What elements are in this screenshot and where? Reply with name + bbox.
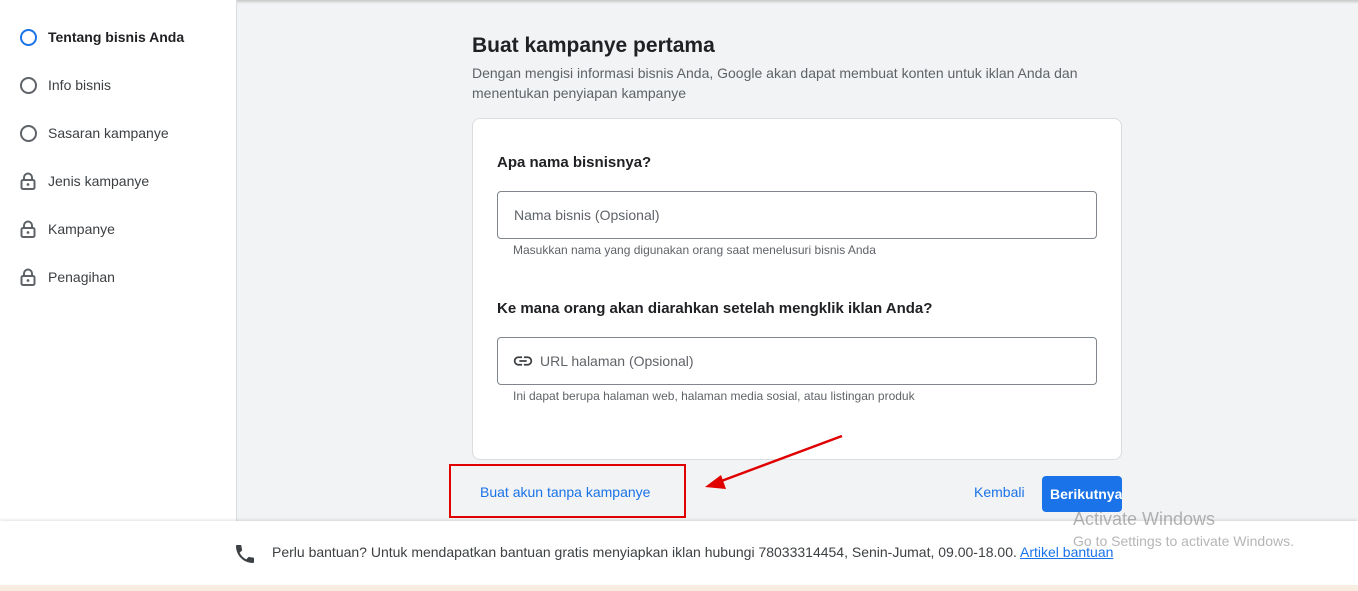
step-jenis-kampanye: Jenis kampanye: [18, 169, 149, 193]
business-name-input[interactable]: [514, 207, 1096, 223]
page-subtitle: Dengan mengisi informasi bisnis Anda, Go…: [472, 65, 1078, 101]
step-label: Kampanye: [48, 221, 115, 237]
circle-outline-icon: [18, 27, 38, 47]
create-account-without-campaign-button[interactable]: Buat akun tanpa kampanye: [480, 484, 650, 500]
circle-outline-icon: [18, 75, 38, 95]
circle-outline-icon: [18, 123, 38, 143]
step-sasaran-kampanye[interactable]: Sasaran kampanye: [18, 121, 169, 145]
bottom-band: [0, 585, 1358, 591]
step-info-bisnis[interactable]: Info bisnis: [18, 73, 111, 97]
business-name-hint: Masukkan nama yang digunakan orang saat …: [513, 243, 876, 257]
step-penagihan: Penagihan: [18, 265, 115, 289]
lock-icon: [18, 171, 38, 191]
url-input[interactable]: [540, 353, 1096, 369]
page-title: Buat kampanye pertama: [472, 34, 715, 57]
step-label: Info bisnis: [48, 77, 112, 93]
business-name-field[interactable]: [497, 191, 1097, 239]
business-name-question: Apa nama bisnisnya?: [497, 154, 652, 171]
step-label: Tentang bisnis Anda: [48, 29, 185, 45]
stepper-sidebar: Tentang bisnis Anda Info bisnis Sasaran …: [0, 0, 237, 521]
step-label: Sasaran kampanye: [48, 125, 169, 141]
help-text: Perlu bantuan? Untuk mendapatkan bantuan…: [272, 544, 1017, 560]
step-label: Penagihan: [48, 269, 115, 285]
annotation-arrow: [705, 434, 843, 489]
next-button[interactable]: Berikutnya: [1042, 476, 1122, 512]
help-article-link[interactable]: Artikel bantuan: [1020, 544, 1113, 560]
business-info-card: Apa nama bisnisnya? Masukkan nama yang d…: [472, 118, 1122, 460]
lock-icon: [18, 267, 38, 287]
link-icon: [512, 350, 534, 372]
phone-icon: [233, 542, 257, 566]
help-text-line: Perlu bantuan? Untuk mendapatkan bantuan…: [272, 544, 1113, 560]
step-label: Jenis kampanye: [48, 173, 150, 189]
step-tentang-bisnis[interactable]: Tentang bisnis Anda: [18, 25, 184, 49]
url-question: Ke mana orang akan diarahkan setelah men…: [497, 300, 933, 317]
back-button[interactable]: Kembali: [974, 484, 1025, 500]
url-hint: Ini dapat berupa halaman web, halaman me…: [513, 389, 915, 403]
url-field[interactable]: [497, 337, 1097, 385]
help-footer: Perlu bantuan? Untuk mendapatkan bantuan…: [0, 521, 1358, 585]
lock-icon: [18, 219, 38, 239]
step-kampanye: Kampanye: [18, 217, 115, 241]
